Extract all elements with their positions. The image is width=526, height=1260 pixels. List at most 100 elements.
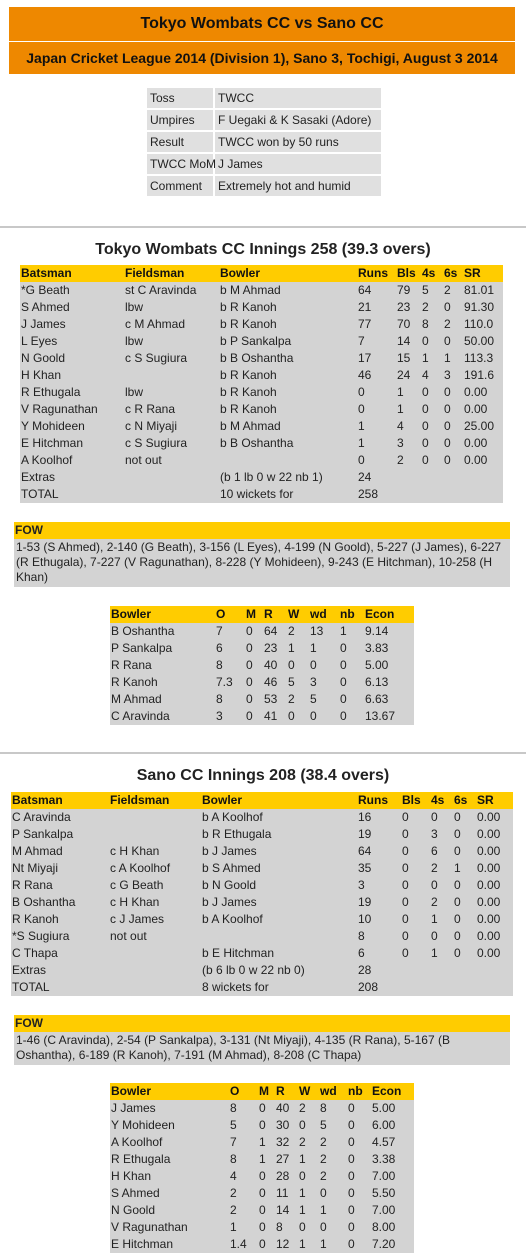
cell-4s: 6 — [430, 843, 453, 860]
cell-bls: 0 — [401, 877, 430, 894]
cell-batsman: Extras — [11, 962, 109, 979]
cell-6s — [443, 469, 463, 486]
innings-title: Sano CC Innings 208 (38.4 overs) — [136, 767, 390, 784]
cell-runs: 19 — [357, 894, 401, 911]
cell-m: 0 — [258, 1168, 275, 1185]
bowling-row: V Ragunathan 1 0 8 0 0 0 8.00 — [110, 1219, 414, 1236]
cell-o: 4 — [229, 1168, 258, 1185]
cell-nb: 0 — [347, 1151, 371, 1168]
cell-r: 40 — [263, 657, 287, 674]
cell-runs: 3 — [357, 877, 401, 894]
cell-bls — [401, 962, 430, 979]
batting-row: C Aravinda b A Koolhof 16 0 0 0 0.00 — [11, 809, 513, 826]
cell-6s: 0 — [453, 911, 476, 928]
cell-4s: 0 — [421, 401, 443, 418]
batting-table: Batsman Fieldsman Bowler Runs Bls 4s 6s SR *G Be… — [20, 265, 503, 503]
cell-bowler: P Sankalpa — [110, 640, 215, 657]
info-value: TWCC — [215, 88, 381, 110]
cell-bowler: b J James — [201, 894, 357, 911]
cell-wd: 5 — [309, 691, 339, 708]
cell-sr: 91.30 — [463, 299, 503, 316]
cell-r: 53 — [263, 691, 287, 708]
cell-bls: 3 — [396, 435, 421, 452]
cell-w: 0 — [298, 1219, 319, 1236]
cell-6s: 0 — [443, 333, 463, 350]
batting-row: P Sankalpa b R Ethugala 19 0 3 0 0.00 — [11, 826, 513, 843]
cell-o: 8 — [229, 1100, 258, 1117]
cell-o: 2 — [229, 1202, 258, 1219]
cell-econ: 7.20 — [371, 1236, 414, 1253]
batting-row: C Thapa b E Hitchman 6 0 1 0 0.00 — [11, 945, 513, 962]
batting-row: Y Mohideen c N Miyaji b M Ahmad 1 4 0 0 25.00 — [20, 418, 503, 435]
cell-nb: 0 — [339, 691, 364, 708]
cell-bls: 0 — [401, 945, 430, 962]
cell-batsman: S Ahmed — [20, 299, 124, 316]
cell-bowler: V Ragunathan — [110, 1219, 229, 1236]
cell-4s — [430, 979, 453, 996]
cell-4s: 0 — [421, 418, 443, 435]
cell-wd: 1 — [319, 1202, 347, 1219]
cell-bowler: B Oshantha — [110, 623, 215, 640]
batting-row: L Eyes lbw b P Sankalpa 7 14 0 0 50.00 — [20, 333, 503, 350]
cell-bls: 79 — [396, 282, 421, 299]
cell-bls: 1 — [396, 384, 421, 401]
cell-fieldsman — [124, 486, 219, 503]
batting-row: R Kanoh c J James b A Koolhof 10 0 1 0 0.00 — [11, 911, 513, 928]
info-row: Umpires F Uegaki & K Sasaki (Adore) — [147, 110, 381, 132]
cell-wd: 0 — [309, 657, 339, 674]
cell-r: 27 — [275, 1151, 298, 1168]
cell-fieldsman — [109, 962, 201, 979]
cell-batsman: Y Mohideen — [20, 418, 124, 435]
cell-o: 7 — [229, 1134, 258, 1151]
cell-wd: 3 — [309, 674, 339, 691]
cell-econ: 6.00 — [371, 1117, 414, 1134]
cell-o: 7 — [215, 623, 245, 640]
column-header: 4s — [421, 265, 443, 282]
cell-6s: 0 — [443, 401, 463, 418]
cell-6s: 0 — [443, 452, 463, 469]
cell-runs: 8 — [357, 928, 401, 945]
column-header: Batsman — [20, 265, 124, 282]
cell-6s: 0 — [443, 435, 463, 452]
column-header: Fieldsman — [124, 265, 219, 282]
cell-m: 0 — [245, 691, 263, 708]
cell-batsman: H Khan — [20, 367, 124, 384]
cell-4s: 0 — [430, 809, 453, 826]
cell-bowler: b P Sankalpa — [219, 333, 357, 350]
column-header: M — [258, 1083, 275, 1100]
cell-sr: 81.01 — [463, 282, 503, 299]
cell-econ: 6.13 — [364, 674, 414, 691]
cell-bls: 24 — [396, 367, 421, 384]
cell-wd: 0 — [319, 1219, 347, 1236]
cell-wd: 2 — [319, 1168, 347, 1185]
cell-m: 0 — [245, 640, 263, 657]
column-header: 6s — [443, 265, 463, 282]
cell-batsman: V Ragunathan — [20, 401, 124, 418]
fall-of-wickets: FOW 1-53 (S Ahmed), 2-140 (G Beath), 3-1… — [14, 522, 510, 587]
cell-nb: 0 — [347, 1117, 371, 1134]
cell-sr — [463, 469, 503, 486]
column-header: SR — [463, 265, 503, 282]
column-header: R — [275, 1083, 298, 1100]
cell-4s: 0 — [421, 452, 443, 469]
cell-r: 41 — [263, 708, 287, 725]
cell-wd: 5 — [319, 1117, 347, 1134]
bowling-row: R Kanoh 7.3 0 46 5 3 0 6.13 — [110, 674, 414, 691]
info-row: Result TWCC won by 50 runs — [147, 132, 381, 154]
cell-nb: 0 — [347, 1219, 371, 1236]
cell-w: 1 — [298, 1202, 319, 1219]
cell-w: 2 — [287, 623, 309, 640]
cell-runs: 0 — [357, 452, 396, 469]
bowling-row: J James 8 0 40 2 8 0 5.00 — [110, 1100, 414, 1117]
cell-sr: 0.00 — [476, 911, 513, 928]
column-header: W — [287, 606, 309, 623]
cell-fieldsman: c J James — [109, 911, 201, 928]
cell-o: 1 — [229, 1219, 258, 1236]
cell-wd: 2 — [319, 1151, 347, 1168]
cell-batsman: TOTAL — [20, 486, 124, 503]
cell-runs: 28 — [357, 962, 401, 979]
cell-batsman: A Koolhof — [20, 452, 124, 469]
batting-row: S Ahmed lbw b R Kanoh 21 23 2 0 91.30 — [20, 299, 503, 316]
cell-batsman: R Kanoh — [11, 911, 109, 928]
match-title: Tokyo Wombats CC vs Sano CC — [9, 7, 515, 41]
